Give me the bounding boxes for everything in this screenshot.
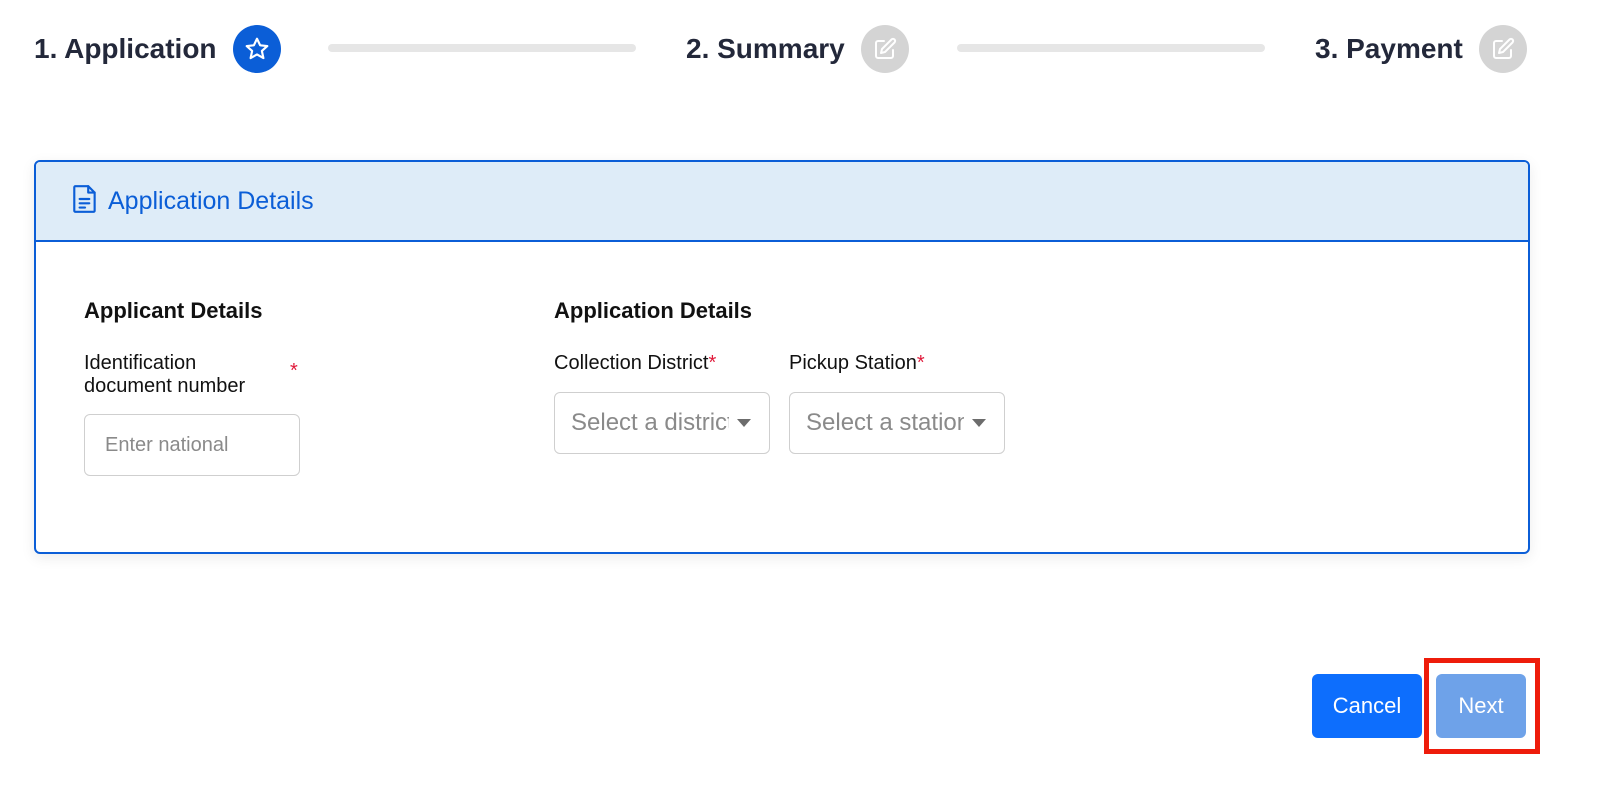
step-payment[interactable]: 3. Payment	[1315, 24, 1527, 74]
applicant-details-title: Applicant Details	[84, 298, 263, 323]
step-label: 2. Summary	[686, 33, 845, 64]
edit-icon	[1478, 25, 1527, 73]
card-title: Application Details	[108, 186, 314, 215]
id-number-label: Identification document number	[84, 352, 246, 397]
application-details-title: Application Details	[554, 298, 753, 323]
next-button-highlight	[1424, 658, 1540, 754]
station-select-value: Select a station	[806, 409, 964, 436]
id-number-input[interactable]	[84, 414, 300, 476]
application-details-card: Application Details Applicant Details Id…	[34, 160, 1530, 554]
cancel-button[interactable]: Cancel	[1312, 674, 1422, 738]
collection-district-label: Collection District*	[554, 352, 716, 375]
pickup-station-select[interactable]: Select a station	[789, 392, 1005, 454]
chevron-down-icon	[737, 419, 751, 427]
step-connector	[957, 44, 1265, 52]
required-marker: *	[916, 352, 925, 374]
district-select-value: Select a district	[571, 409, 729, 436]
collection-district-select[interactable]: Select a district	[554, 392, 770, 454]
pickup-station-label: Pickup Station*	[789, 352, 925, 375]
edit-icon	[860, 25, 909, 73]
stepper: 1. Application 2. Summary 3. Payment	[34, 24, 1530, 74]
step-label: 1. Application	[34, 33, 217, 64]
step-application[interactable]: 1. Application	[34, 24, 281, 74]
pickup-station-label-text: Pickup Station	[789, 352, 917, 374]
required-marker: *	[708, 352, 717, 374]
document-icon	[72, 184, 98, 219]
star-icon	[232, 25, 281, 73]
step-label: 3. Payment	[1315, 33, 1463, 64]
chevron-down-icon	[972, 419, 986, 427]
collection-district-label-text: Collection District	[554, 352, 709, 374]
step-summary[interactable]: 2. Summary	[686, 24, 909, 74]
required-marker: *	[290, 360, 298, 382]
step-connector	[328, 44, 636, 52]
card-header: Application Details	[36, 162, 1528, 242]
